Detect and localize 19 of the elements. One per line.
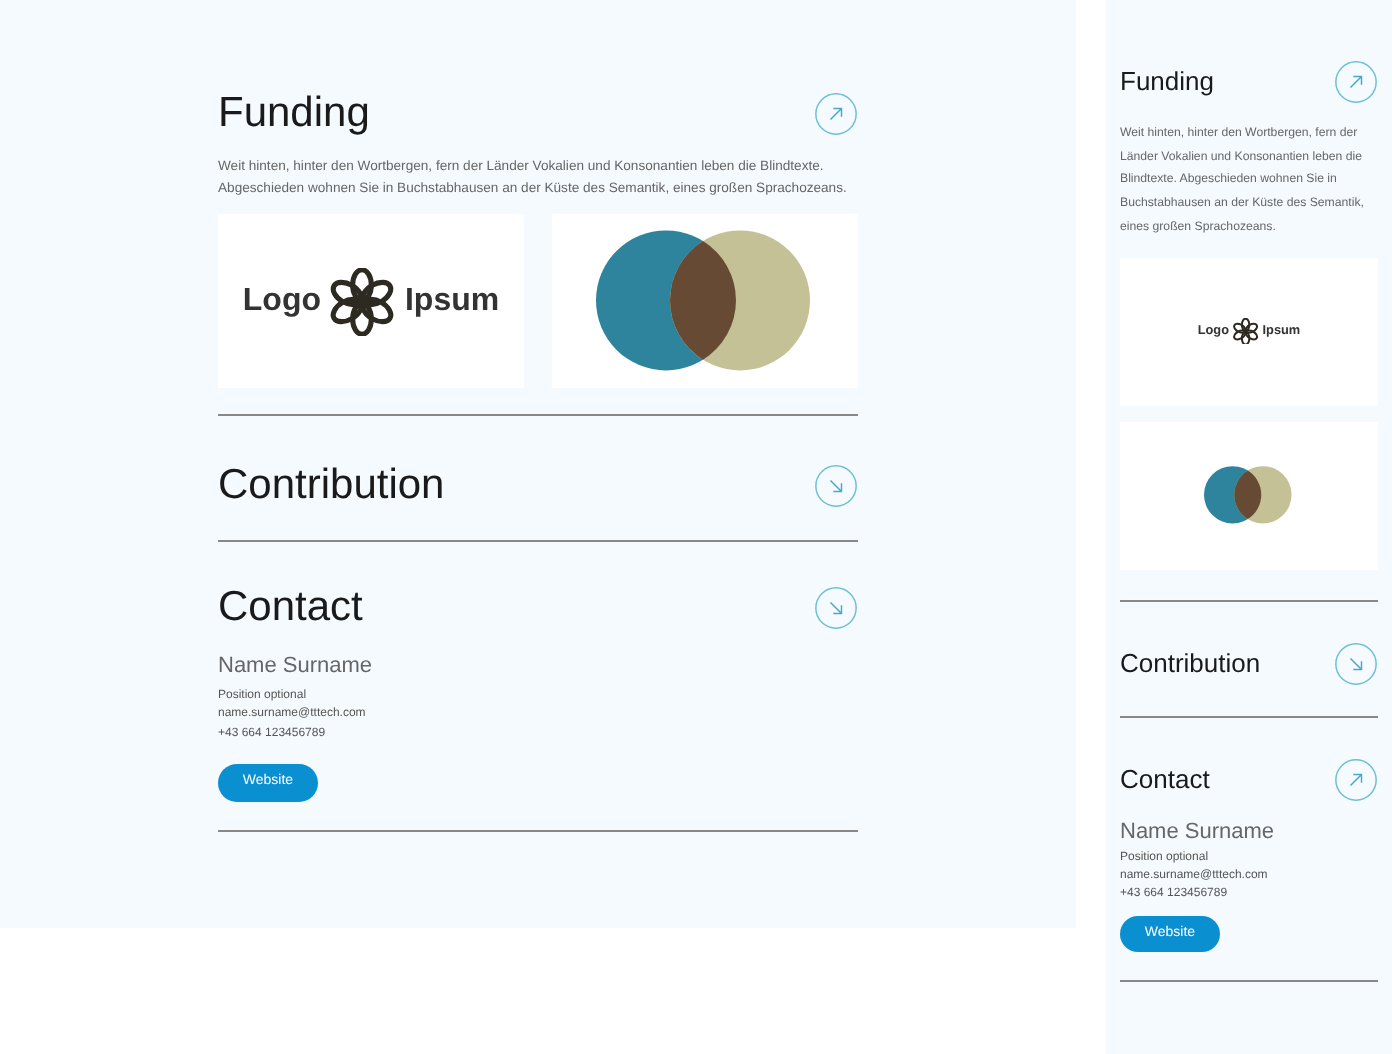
section-title: Funding — [1120, 64, 1214, 100]
arrow-circle-button[interactable] — [814, 586, 858, 630]
arrow-circle-button[interactable] — [1334, 757, 1378, 802]
section-title: Contribution — [218, 460, 445, 512]
flower-icon — [1232, 317, 1260, 345]
section-title: Contact — [1120, 761, 1210, 798]
section-title: Contact — [218, 582, 363, 634]
contact-name: Name Surname — [218, 652, 375, 682]
venn-diagram-drawing — [1204, 466, 1294, 524]
flower-icon — [328, 267, 397, 335]
arrow-circle-button[interactable] — [1334, 60, 1378, 104]
arrow-circle-button[interactable] — [814, 464, 858, 508]
arrow-circle-button[interactable] — [1334, 641, 1378, 686]
section-title: Contribution — [1120, 645, 1261, 682]
contact-name: Name Surname — [1120, 817, 1277, 848]
arrow-circle-button[interactable] — [814, 92, 858, 136]
logo-text: Logo — [242, 281, 321, 321]
section-title: Funding — [218, 88, 370, 140]
logo-text: Ipsum — [404, 281, 500, 321]
